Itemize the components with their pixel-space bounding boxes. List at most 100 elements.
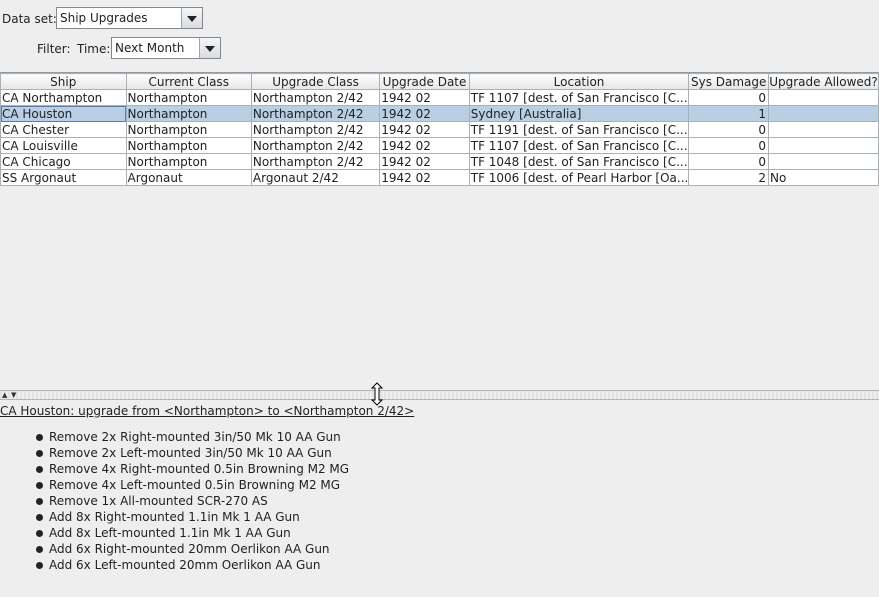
bullet-icon: [36, 449, 43, 457]
list-item-text: Remove 2x Left-mounted 3in/50 Mk 10 AA G…: [49, 446, 332, 460]
time-label: Time:: [77, 42, 111, 56]
list-item: Add 6x Right-mounted 20mm Oerlikon AA Gu…: [0, 541, 349, 557]
column-header[interactable]: Sys Damage: [688, 73, 770, 90]
table-cell[interactable]: TF 1006 [dest. of Pearl Harbor [Oa...: [468, 169, 690, 186]
chevron-down-icon[interactable]: [199, 38, 220, 58]
list-item: Remove 2x Left-mounted 3in/50 Mk 10 AA G…: [0, 445, 349, 461]
list-item: Remove 2x Right-mounted 3in/50 Mk 10 AA …: [0, 429, 349, 445]
bullet-icon: [36, 465, 43, 473]
table-cell[interactable]: Northampton: [125, 105, 252, 122]
list-item-text: Remove 4x Left-mounted 0.5in Browning M2…: [49, 478, 341, 492]
table-cell[interactable]: 1942 02: [379, 105, 470, 122]
table-row[interactable]: CA Houston Northampton Northampton 2/42 194…: [0, 105, 879, 122]
table-cell[interactable]: TF 1107 [dest. of San Francisco [C...: [468, 89, 690, 106]
list-item-text: Remove 4x Right-mounted 0.5in Browning M…: [49, 462, 350, 476]
column-header[interactable]: Upgrade Allowed?: [768, 73, 879, 90]
table-cell[interactable]: SS Argonaut: [0, 169, 127, 186]
list-item-text: Remove 1x All-mounted SCR-270 AS: [49, 494, 268, 508]
table-cell[interactable]: [768, 105, 879, 122]
table-cell[interactable]: [768, 153, 879, 170]
list-item-text: Add 8x Left-mounted 1.1in Mk 1 AA Gun: [49, 526, 291, 540]
table-header-row: Ship Current Class Upgrade Class Upgrade Da…: [0, 73, 879, 90]
list-item: Remove 4x Left-mounted 0.5in Browning M2…: [0, 477, 349, 493]
table-cell[interactable]: 2: [688, 169, 770, 186]
table-row[interactable]: CA Louisville Northampton Northampton 2/42…: [0, 137, 879, 154]
bullet-icon: [36, 497, 43, 505]
table-cell[interactable]: 1942 02: [379, 89, 470, 106]
table-cell[interactable]: [768, 121, 879, 138]
table-cell[interactable]: Northampton 2/42: [250, 137, 381, 154]
table-cell[interactable]: Northampton 2/42: [250, 121, 381, 138]
bullet-icon: [36, 561, 43, 569]
list-item: Remove 4x Right-mounted 0.5in Browning M…: [0, 461, 349, 477]
split-pane-divider[interactable]: ▲ ▼: [0, 390, 879, 400]
filter-label: Filter:: [37, 42, 71, 56]
column-header[interactable]: Upgrade Class: [250, 73, 381, 90]
table-cell[interactable]: Northampton 2/42: [250, 105, 381, 122]
bullet-icon: [36, 545, 43, 553]
table-cell[interactable]: TF 1107 [dest. of San Francisco [C...: [468, 137, 690, 154]
table-cell[interactable]: CA Chester: [0, 121, 127, 138]
dataset-label: Data set:: [2, 12, 57, 26]
bullet-icon: [36, 513, 43, 521]
table-cell[interactable]: 1942 02: [379, 137, 470, 154]
table-cell[interactable]: Northampton: [125, 137, 252, 154]
table-cell[interactable]: 1: [688, 105, 770, 122]
table-cell[interactable]: Northampton 2/42: [250, 153, 381, 170]
table-cell[interactable]: CA Houston: [0, 105, 127, 122]
table-cell[interactable]: 1942 02: [379, 169, 470, 186]
list-item: Add 8x Right-mounted 1.1in Mk 1 AA Gun: [0, 509, 349, 525]
table-row[interactable]: CA Chester Northampton Northampton 2/42 194…: [0, 121, 879, 138]
column-header[interactable]: Current Class: [125, 73, 252, 90]
table-cell[interactable]: TF 1191 [dest. of San Francisco [C...: [468, 121, 690, 138]
table-cell[interactable]: CA Chicago: [0, 153, 127, 170]
table-cell[interactable]: Argonaut 2/42: [250, 169, 381, 186]
table-cell[interactable]: Northampton: [125, 153, 252, 170]
table-cell[interactable]: Argonaut: [125, 169, 252, 186]
expand-down-icon[interactable]: ▼: [11, 392, 16, 399]
time-select-value: Next Month: [115, 41, 185, 55]
list-item: Add 6x Left-mounted 20mm Oerlikon AA Gun: [0, 557, 349, 573]
table-cell[interactable]: CA Louisville: [0, 137, 127, 154]
table-cell[interactable]: Northampton 2/42: [250, 89, 381, 106]
list-item-text: Add 6x Left-mounted 20mm Oerlikon AA Gun: [49, 558, 321, 572]
dataset-select[interactable]: Ship Upgrades: [56, 7, 203, 29]
table-cell[interactable]: No: [768, 169, 879, 186]
bullet-icon: [36, 481, 43, 489]
table-cell[interactable]: Northampton: [125, 89, 252, 106]
dataset-select-value: Ship Upgrades: [60, 11, 148, 25]
list-item-text: Add 8x Right-mounted 1.1in Mk 1 AA Gun: [49, 510, 300, 524]
table-cell[interactable]: 1942 02: [379, 121, 470, 138]
bullet-icon: [36, 529, 43, 537]
table-cell[interactable]: 0: [688, 137, 770, 154]
table-row[interactable]: SS Argonaut Argonaut Argonaut 2/42 1942 02 T…: [0, 169, 879, 186]
table-row[interactable]: CA Northampton Northampton Northampton 2/4…: [0, 89, 879, 106]
list-item: Remove 1x All-mounted SCR-270 AS: [0, 493, 349, 509]
table-cell[interactable]: Northampton: [125, 121, 252, 138]
table-cell[interactable]: CA Northampton: [0, 89, 127, 106]
table-row[interactable]: CA Chicago Northampton Northampton 2/42 194…: [0, 153, 879, 170]
resize-cursor-icon: [370, 382, 384, 406]
table-cell[interactable]: [768, 137, 879, 154]
table-cell[interactable]: 1942 02: [379, 153, 470, 170]
bullet-icon: [36, 433, 43, 441]
list-item: Add 8x Left-mounted 1.1in Mk 1 AA Gun: [0, 525, 349, 541]
column-header[interactable]: Upgrade Date: [379, 73, 470, 90]
column-header[interactable]: Ship: [0, 73, 127, 90]
table-cell[interactable]: 0: [688, 153, 770, 170]
upgrades-table-panel[interactable]: Ship Current Class Upgrade Class Upgrade Da…: [0, 72, 879, 391]
upgrade-detail-title: CA Houston: upgrade from <Northampton> t…: [0, 404, 415, 418]
upgrade-changes-list: Remove 2x Right-mounted 3in/50 Mk 10 AA …: [0, 429, 349, 573]
upgrades-table[interactable]: Ship Current Class Upgrade Class Upgrade Da…: [0, 73, 879, 186]
table-cell[interactable]: 0: [688, 89, 770, 106]
column-header[interactable]: Location: [468, 73, 690, 90]
list-item-text: Add 6x Right-mounted 20mm Oerlikon AA Gu…: [49, 542, 330, 556]
time-select[interactable]: Next Month: [111, 37, 221, 59]
list-item-text: Remove 2x Right-mounted 3in/50 Mk 10 AA …: [49, 430, 341, 444]
table-cell[interactable]: [768, 89, 879, 106]
table-cell[interactable]: 0: [688, 121, 770, 138]
collapse-up-icon[interactable]: ▲: [2, 392, 7, 399]
chevron-down-icon[interactable]: [181, 8, 202, 28]
table-cell[interactable]: TF 1048 [dest. of San Francisco [C...: [468, 153, 690, 170]
table-cell[interactable]: Sydney [Australia]: [468, 105, 690, 122]
